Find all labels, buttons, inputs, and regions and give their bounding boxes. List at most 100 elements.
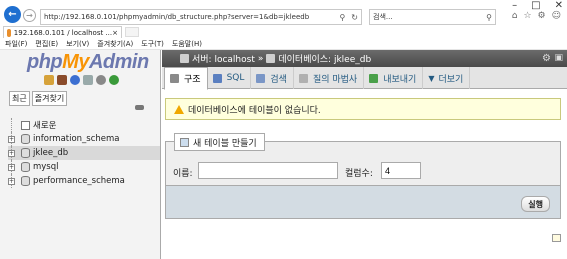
menu-view[interactable]: 보기(V) (66, 39, 89, 49)
tree-item-performance-schema[interactable]: + performance_schema (8, 174, 160, 188)
menu-help[interactable]: 도움말(H) (172, 39, 202, 49)
structure-icon (170, 74, 179, 83)
query-icon (298, 73, 308, 83)
maximize-icon[interactable]: □ (531, 0, 540, 11)
tab-sql[interactable]: SQL (208, 67, 252, 89)
recent-favorites-tabs: 최근 즐겨찾기 (9, 91, 68, 106)
browser-tab[interactable]: 192.168.0.101 / localhost ... × (3, 26, 122, 38)
back-button[interactable]: ← (4, 6, 21, 23)
menu-edit[interactable]: 편집(E) (35, 39, 58, 49)
tab-favorites[interactable]: 즐겨찾기 (31, 91, 68, 106)
search-icon[interactable]: ⚲ (339, 13, 345, 22)
exit-icon[interactable] (57, 75, 67, 85)
tab-query[interactable]: 질의 마법사 (294, 67, 365, 89)
url-text: http://192.168.0.101/phpmyadmin/db_struc… (44, 13, 310, 21)
tab-export[interactable]: 내보내기 (364, 67, 424, 89)
tab-label: 더보기 (438, 74, 464, 85)
expand-icon[interactable]: + (8, 135, 15, 143)
database-icon (21, 162, 30, 172)
console-icon[interactable] (552, 234, 561, 242)
tree-item-label[interactable]: performance_schema (33, 176, 125, 186)
tree-item-label[interactable]: jklee_db (33, 148, 68, 158)
nav-icon-bar (44, 75, 119, 85)
search-placeholder: 검색... (373, 13, 393, 21)
pma-favicon-icon (7, 28, 11, 37)
tab-search[interactable]: 검색 (251, 67, 294, 89)
create-table-legend: 새 테이블 만들기 (174, 133, 265, 151)
menu-favorites[interactable]: 즐겨찾기(A) (97, 39, 133, 49)
tab-recent[interactable]: 최근 (9, 91, 30, 106)
collapse-icon[interactable]: ▣ (554, 53, 563, 63)
create-table-footer: 실행 (165, 185, 561, 219)
database-icon (21, 176, 30, 186)
tree-item-label[interactable]: information_schema (33, 134, 120, 144)
pma-main-panel: 서버: localhost » 데이터베이스: jklee_db ⚙ ▣ 구조 … (162, 50, 567, 259)
pma-navigation-panel: phpMyAdmin 최근 즐겨찾기 새로운 + information_sch… (0, 50, 161, 259)
tree-item-label[interactable]: 새로운 (33, 119, 56, 131)
breadcrumb-server[interactable]: 서버: localhost (192, 52, 255, 65)
window-controls: – □ ✕ (512, 0, 563, 11)
close-icon[interactable]: ✕ (555, 0, 563, 11)
gear-icon[interactable]: ⚙ (542, 53, 551, 64)
tab-label: 검색 (270, 74, 287, 85)
smiley-icon[interactable]: ☺ (552, 11, 561, 21)
new-tab-button[interactable] (125, 27, 139, 37)
database-icon (21, 134, 30, 144)
tab-structure[interactable]: 구조 (164, 67, 208, 90)
pma-logo[interactable]: phpMyAdmin (27, 51, 149, 74)
menu-tools[interactable]: 도구(T) (141, 39, 164, 49)
menu-file[interactable]: 파일(F) (5, 39, 27, 49)
table-name-label: 이름: (173, 169, 193, 179)
table-name-input[interactable] (198, 162, 338, 179)
tree-item-information-schema[interactable]: + information_schema (8, 132, 160, 146)
logo-my: My (62, 51, 89, 73)
close-icon[interactable]: × (112, 29, 118, 37)
favorites-icon[interactable]: ☆ (523, 11, 531, 21)
search-icon[interactable]: ⚲ (486, 13, 492, 22)
columns-count-input[interactable] (381, 162, 421, 179)
database-tree: 새로운 + information_schema + jklee_db + my… (8, 118, 160, 188)
refresh-icon[interactable]: ↻ (351, 13, 358, 22)
sql-icon (212, 73, 222, 83)
notice-message: 데이터베이스에 테이블이 없습니다. (165, 98, 561, 120)
warning-icon (174, 104, 184, 114)
search-icon (256, 73, 266, 83)
new-table-icon (180, 137, 189, 147)
tree-item-jklee-db[interactable]: + jklee_db (8, 146, 160, 160)
breadcrumb-database[interactable]: 데이터베이스: jklee_db (278, 52, 371, 65)
gear-icon[interactable] (96, 75, 106, 85)
gear-icon[interactable]: ⚙ (538, 11, 546, 21)
chevron-down-icon: ▼ (428, 73, 435, 83)
breadcrumb-separator: » (257, 53, 264, 64)
browser-tab-title: 192.168.0.101 / localhost ... (13, 28, 113, 37)
link-toggle-icon[interactable] (135, 105, 144, 110)
tab-label: SQL (226, 73, 245, 83)
export-icon (369, 73, 379, 83)
home-icon[interactable]: ⌂ (512, 11, 518, 21)
reload-icon[interactable] (109, 75, 119, 85)
browser-toolbar: ⌂ ☆ ⚙ ☺ (512, 11, 561, 21)
create-table-form: 새 테이블 만들기 이름: 컬럼수: (165, 133, 561, 185)
url-field[interactable]: http://192.168.0.101/phpmyadmin/db_struc… (40, 9, 362, 25)
expand-icon[interactable]: + (8, 177, 15, 185)
browser-address-bar: ← → http://192.168.0.101/phpmyadmin/db_s… (0, 0, 567, 26)
columns-label: 컬럼수: (345, 169, 373, 179)
minimize-icon[interactable]: – (512, 0, 517, 11)
docs-icon[interactable] (83, 75, 93, 85)
home-icon[interactable] (44, 75, 54, 85)
tree-item-new[interactable]: 새로운 (8, 118, 160, 132)
expand-icon[interactable]: + (8, 149, 15, 157)
database-icon (21, 148, 30, 158)
tab-more[interactable]: ▼ 더보기 (423, 67, 471, 89)
tab-label: 질의 마법사 (312, 74, 358, 85)
forward-button[interactable]: → (23, 9, 36, 22)
create-table-title: 새 테이블 만들기 (193, 138, 257, 149)
search-input[interactable]: 검색... ⚲ (369, 9, 496, 25)
expand-icon[interactable]: + (8, 163, 15, 171)
go-button[interactable]: 실행 (521, 196, 550, 212)
breadcrumb: 서버: localhost » 데이터베이스: jklee_db ⚙ ▣ (162, 50, 567, 67)
database-tabs: 구조 SQL 검색 질의 마법사 내보내기 ▼ 더보기 (162, 67, 567, 90)
tree-item-mysql[interactable]: + mysql (8, 160, 160, 174)
tree-item-label[interactable]: mysql (33, 162, 59, 172)
help-icon[interactable] (70, 75, 80, 85)
